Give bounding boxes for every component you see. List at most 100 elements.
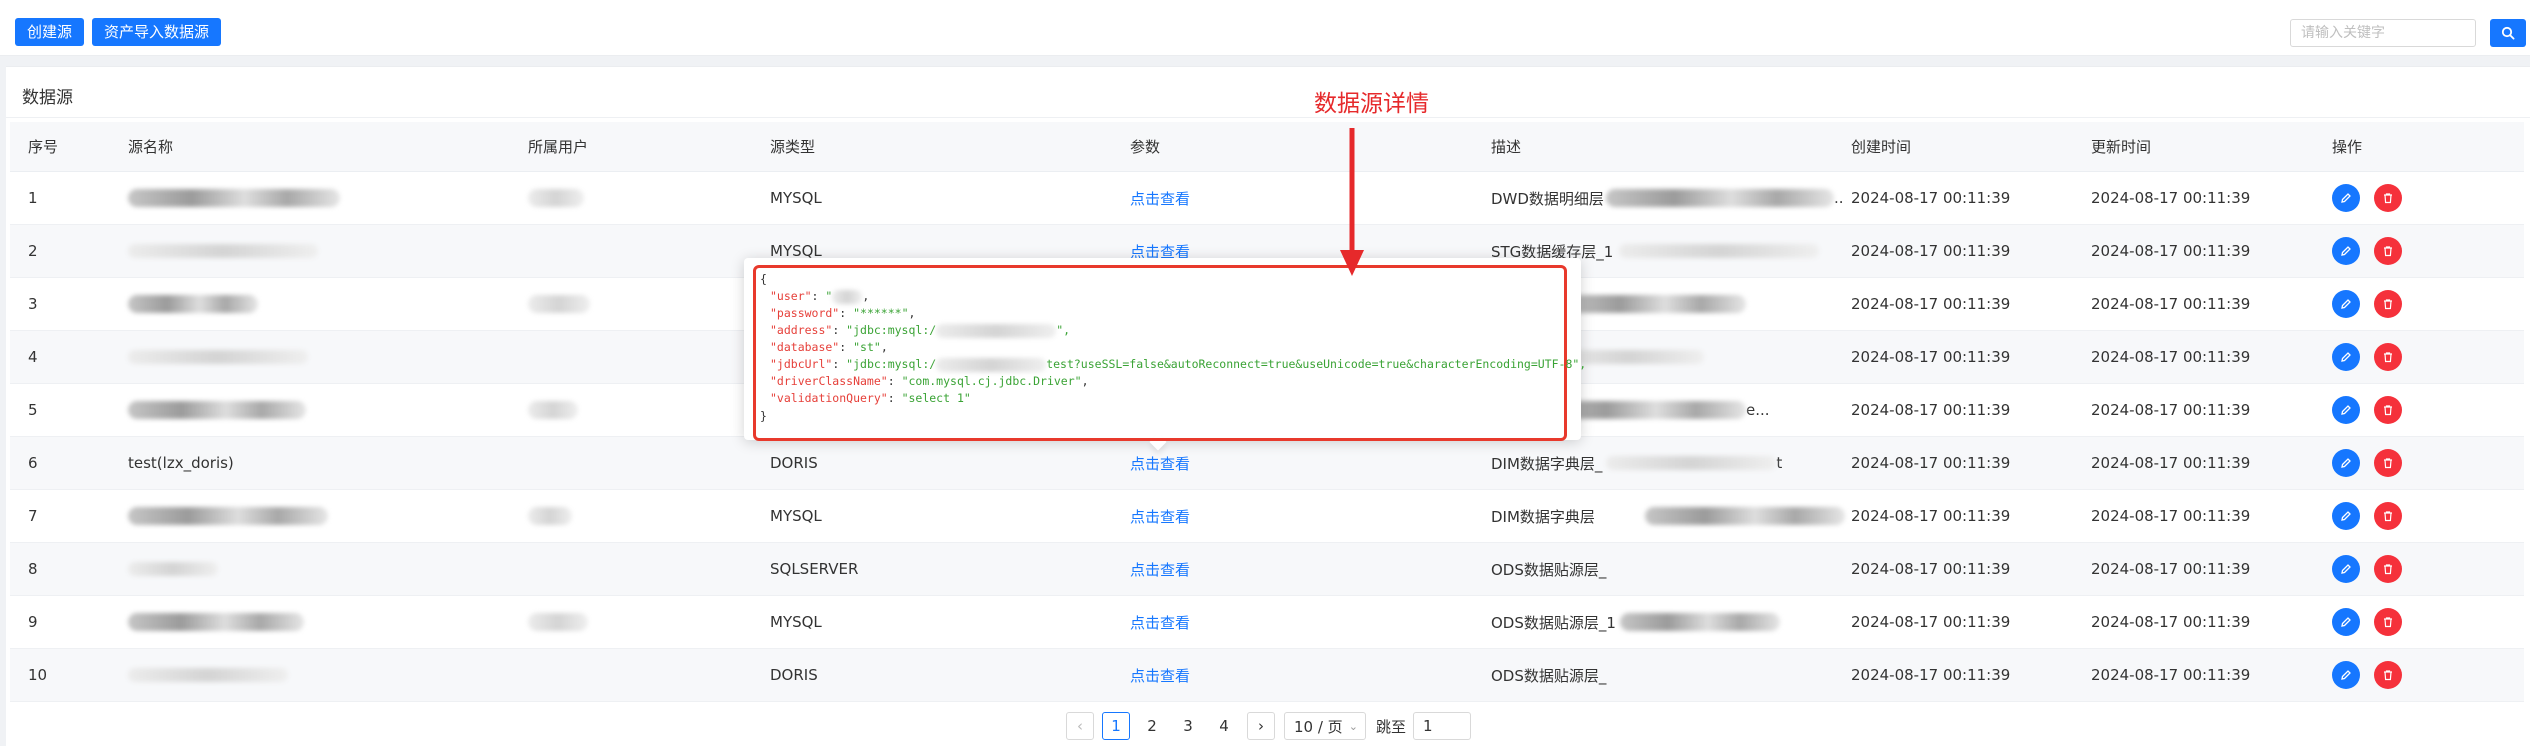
row-updated: 2024-08-17 00:11:39 <box>2091 507 2251 525</box>
page-3[interactable]: 3 <box>1174 712 1202 740</box>
row-created: 2024-08-17 00:11:39 <box>1851 401 2011 419</box>
json-key: "password" <box>770 306 840 320</box>
create-source-button[interactable]: 创建源 <box>15 18 85 46</box>
edit-button[interactable] <box>2332 237 2360 265</box>
delete-button[interactable] <box>2374 184 2402 212</box>
row-actions <box>2332 278 2416 330</box>
json-close-brace: } <box>760 409 767 423</box>
row-owner <box>528 384 578 436</box>
json-line-user: "user": ", <box>770 289 869 304</box>
edit-button[interactable] <box>2332 555 2360 583</box>
row-name: test(lzx_doris) <box>128 454 234 472</box>
description-text: DIM数据字典层_ <box>1491 454 1603 473</box>
table-row: 8 SQLSERVER 点击查看 ODS数据贴源层_ 2024-08-17 00… <box>10 543 2524 596</box>
redacted-name <box>128 613 304 631</box>
row-actions <box>2332 225 2416 277</box>
page-size-value: 10 / 页 <box>1294 717 1343 736</box>
row-seq: 5 <box>28 401 38 419</box>
row-description: DIM数据字典层 <box>1491 490 1845 542</box>
page-size-select[interactable]: 10 / 页 ⌄ <box>1284 712 1366 740</box>
row-type: DORIS <box>770 454 818 472</box>
json-key: "driverClassName" <box>770 374 888 388</box>
row-params-link[interactable]: 点击查看 <box>1130 649 1190 701</box>
page-1[interactable]: 1 <box>1102 712 1130 740</box>
row-updated: 2024-08-17 00:11:39 <box>2091 242 2251 260</box>
json-key: "database" <box>770 340 840 354</box>
row-name <box>128 172 340 224</box>
edit-icon <box>2341 458 2351 468</box>
search-input[interactable] <box>2290 19 2476 47</box>
delete-button[interactable] <box>2374 343 2402 371</box>
description-text: DIM数据字典层 <box>1491 507 1595 526</box>
trash-icon <box>2384 193 2392 204</box>
edit-icon <box>2341 617 2351 627</box>
panel-divider <box>6 117 2530 118</box>
table-row: 7 MYSQL 点击查看 DIM数据字典层 2024-08-17 00:11:3… <box>10 490 2524 543</box>
row-updated: 2024-08-17 00:11:39 <box>2091 454 2251 472</box>
row-owner <box>528 490 572 542</box>
delete-button[interactable] <box>2374 290 2402 318</box>
edit-button[interactable] <box>2332 449 2360 477</box>
column-header-seq: 序号 <box>28 138 59 156</box>
row-created: 2024-08-17 00:11:39 <box>1851 560 2011 578</box>
row-updated: 2024-08-17 00:11:39 <box>2091 401 2251 419</box>
description-text: ODS数据贴源层_1 <box>1491 613 1616 632</box>
row-actions <box>2332 384 2416 436</box>
row-seq: 2 <box>28 242 38 260</box>
prev-page-button[interactable]: ‹ <box>1066 712 1094 740</box>
row-params-link[interactable]: 点击查看 <box>1130 543 1190 595</box>
row-created: 2024-08-17 00:11:39 <box>1851 295 2011 313</box>
row-updated: 2024-08-17 00:11:39 <box>2091 613 2251 631</box>
delete-button[interactable] <box>2374 237 2402 265</box>
import-asset-button[interactable]: 资产导入数据源 <box>92 18 222 46</box>
json-value: "jdbc:mysql:/ <box>846 323 937 337</box>
json-line-password: "password": "******", <box>770 306 915 320</box>
row-name <box>128 649 288 701</box>
edit-icon <box>2341 246 2351 256</box>
pagination: ‹ 1 2 3 4 › 10 / 页 ⌄ 跳至 <box>0 712 2530 740</box>
trash-icon <box>2384 670 2392 681</box>
edit-icon <box>2341 299 2351 309</box>
page-4[interactable]: 4 <box>1210 712 1238 740</box>
row-params-link[interactable]: 点击查看 <box>1130 172 1190 224</box>
page-2[interactable]: 2 <box>1138 712 1166 740</box>
delete-button[interactable] <box>2374 449 2402 477</box>
edit-button[interactable] <box>2332 290 2360 318</box>
edit-button[interactable] <box>2332 502 2360 530</box>
search-button[interactable] <box>2490 19 2526 47</box>
edit-button[interactable] <box>2332 343 2360 371</box>
top-toolbar: 创建源 资产导入数据源 <box>0 0 2530 56</box>
next-page-button[interactable]: › <box>1247 712 1275 740</box>
delete-button[interactable] <box>2374 502 2402 530</box>
trash-icon <box>2384 246 2392 257</box>
json-value: "select 1" <box>901 391 971 405</box>
delete-button[interactable] <box>2374 555 2402 583</box>
delete-button[interactable] <box>2374 608 2402 636</box>
json-key: "jdbcUrl" <box>770 357 833 371</box>
edit-button[interactable] <box>2332 396 2360 424</box>
redacted-description <box>1619 244 1820 258</box>
edit-icon <box>2341 511 2351 521</box>
edit-button[interactable] <box>2332 184 2360 212</box>
edit-icon <box>2341 405 2351 415</box>
table-row: 6 test(lzx_doris) DORIS 点击查看 DIM数据字典层_ t … <box>10 437 2524 490</box>
delete-button[interactable] <box>2374 396 2402 424</box>
column-header-name: 源名称 <box>128 138 174 156</box>
row-params-link[interactable]: 点击查看 <box>1130 490 1190 542</box>
trash-icon <box>2384 564 2392 575</box>
row-name <box>128 596 304 648</box>
json-line-address: "address": "jdbc:mysql:/ ", <box>770 323 1070 338</box>
row-actions <box>2332 331 2416 383</box>
delete-button[interactable] <box>2374 661 2402 689</box>
row-description: DWD数据明细层.. <box>1491 172 1843 224</box>
edit-button[interactable] <box>2332 661 2360 689</box>
row-params-link[interactable]: 点击查看 <box>1130 596 1190 648</box>
edit-button[interactable] <box>2332 608 2360 636</box>
json-tail: , <box>862 289 870 303</box>
edit-icon <box>2341 193 2351 203</box>
row-seq: 1 <box>28 189 38 207</box>
row-owner <box>528 596 588 648</box>
row-updated: 2024-08-17 00:11:39 <box>2091 189 2251 207</box>
jump-input[interactable] <box>1413 712 1471 740</box>
json-tail: , <box>880 340 888 354</box>
